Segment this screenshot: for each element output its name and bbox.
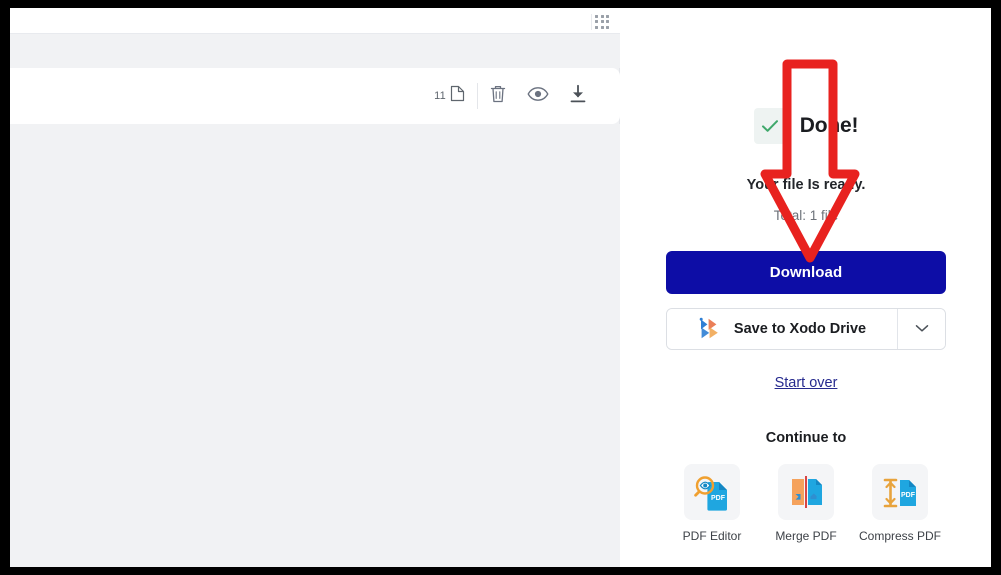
- page-count-group: 11: [430, 83, 478, 109]
- chevron-down-icon: [915, 320, 929, 338]
- check-circle-icon: [753, 108, 786, 144]
- continue-to-heading: Continue to: [765, 430, 847, 446]
- save-to-drive-label: Save to Xodo Drive: [733, 321, 867, 337]
- page-icon: [450, 85, 465, 107]
- continue-tools-row: PDF PDF Editor Merge PDF PDF Compress PD…: [678, 464, 941, 543]
- eye-icon: [527, 86, 549, 107]
- app-viewport: 11 Done! Your file Is ready. Total: 1 fi…: [10, 8, 991, 567]
- screenshot-frame: 11 Done! Your file Is ready. Total: 1 fi…: [0, 0, 1001, 575]
- start-over-link[interactable]: Start over: [775, 375, 838, 391]
- pdf-editor-icon: PDF: [684, 464, 740, 520]
- file-row[interactable]: 11: [10, 68, 620, 124]
- download-button[interactable]: Download: [666, 251, 946, 294]
- save-to-drive-group: Save to Xodo Drive: [666, 308, 946, 350]
- ready-message: Your file Is ready.: [746, 177, 866, 193]
- svg-text:PDF: PDF: [901, 492, 916, 499]
- compress-pdf-icon: PDF: [872, 464, 928, 520]
- page-title: Done!: [799, 114, 859, 137]
- tool-card-merge-pdf[interactable]: Merge PDF: [772, 464, 840, 543]
- delete-file-button[interactable]: [478, 76, 518, 116]
- save-to-drive-dropdown-toggle[interactable]: [897, 309, 945, 349]
- download-icon: [568, 84, 588, 109]
- file-row-toolbar: 11: [430, 68, 598, 124]
- tool-label: Compress PDF: [859, 529, 942, 543]
- tool-label: Merge PDF: [775, 529, 837, 543]
- merge-pdf-icon: [778, 464, 834, 520]
- page-count-label: 11: [434, 90, 446, 102]
- tool-card-compress-pdf[interactable]: PDF Compress PDF: [859, 464, 941, 543]
- left-document-panel: 11: [10, 8, 620, 567]
- result-sidebar: Done! Your file Is ready. Total: 1 file …: [621, 8, 991, 567]
- status-row: Done!: [753, 108, 859, 144]
- trash-icon: [489, 84, 507, 109]
- left-panel-body: [10, 124, 620, 567]
- download-file-button[interactable]: [558, 76, 598, 116]
- save-to-xodo-drive-button[interactable]: Save to Xodo Drive: [667, 309, 897, 349]
- preview-file-button[interactable]: [518, 76, 558, 116]
- total-files-label: Total: 1 file: [773, 208, 839, 223]
- left-panel-strip: [10, 34, 620, 68]
- xodo-drive-icon: [698, 317, 722, 342]
- left-panel-topbar: [10, 8, 620, 34]
- tool-card-pdf-editor[interactable]: PDF PDF Editor: [678, 464, 746, 543]
- svg-text:PDF: PDF: [711, 495, 726, 502]
- apps-grid-icon[interactable]: [591, 14, 613, 30]
- tool-label: PDF Editor: [682, 529, 742, 543]
